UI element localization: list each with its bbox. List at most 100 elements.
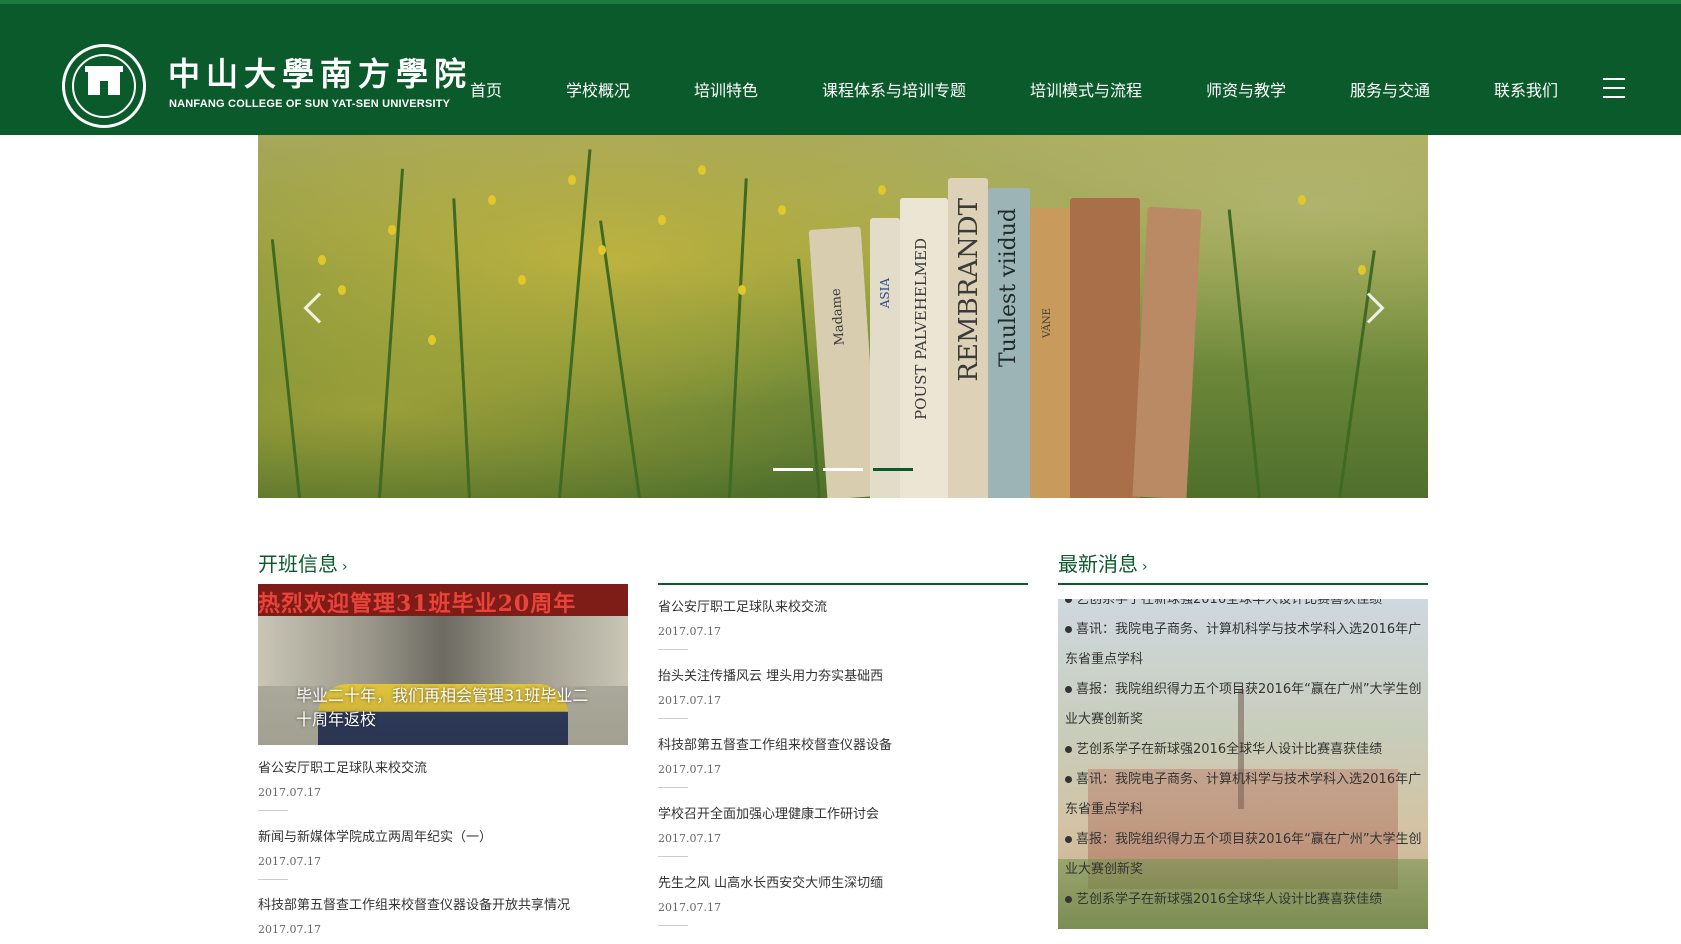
list-item[interactable]: 艺创系学子在新球强2016全球华人设计比赛喜获佳绩: [1058, 735, 1428, 765]
book: VÄNE: [1030, 208, 1070, 498]
latest-news-list: 艺创系学子在新球强2016全球华人设计比赛喜获佳绩 喜讯：我院电子商务、计算机科…: [1058, 599, 1428, 915]
latest-title-text: 最新消息: [1058, 552, 1138, 576]
news-title[interactable]: 新闻与新媒体学院成立两周年纪实（一）: [258, 829, 628, 847]
book-title: ASIA: [878, 278, 892, 309]
latest-item-text[interactable]: 喜报：我院组织得力五个项目获2016年“赢在广州”大学生创业大赛创新奖: [1065, 682, 1422, 727]
nav-item-about[interactable]: 学校概况: [566, 78, 630, 104]
seal-building-door: [100, 81, 108, 95]
flower: [428, 335, 436, 345]
chevron-right-icon: ›: [1142, 559, 1148, 575]
list-item[interactable]: 艺创系学子在新球强2016全球华人设计比赛喜获佳绩: [1058, 599, 1428, 615]
nav-item-process[interactable]: 培训模式与流程: [1030, 78, 1142, 104]
nav-item-courses[interactable]: 课程体系与培训专题: [822, 78, 966, 104]
bullet-icon: [1065, 599, 1072, 603]
list-item[interactable]: 新闻与新媒体学院成立两周年纪实（一） 2017.07.17: [258, 829, 628, 880]
nav-item-services[interactable]: 服务与交通: [1350, 78, 1430, 104]
latest-item-text[interactable]: 艺创系学子在新球强2016全球华人设计比赛喜获佳绩: [1076, 892, 1382, 907]
book-title: Madame: [828, 287, 848, 346]
book: REMBRANDT: [948, 178, 988, 498]
featured-class-image[interactable]: 热烈欢迎管理31班毕业20周年 毕业二十年，我们再相会管理31班毕业二十周年返校: [258, 584, 628, 745]
flower: [598, 245, 606, 255]
list-item[interactable]: 抬头关注传播风云 埋头用力夯实基础西 2017.07.17: [658, 668, 1028, 719]
news-date: 2017.07.17: [658, 832, 721, 845]
flower: [488, 195, 496, 205]
divider: [658, 856, 688, 857]
bullet-icon: [1065, 746, 1072, 753]
carousel-dot-3[interactable]: [873, 468, 913, 471]
latest-item-text[interactable]: 艺创系学子在新球强2016全球华人设计比赛喜获佳绩: [1076, 599, 1382, 607]
list-item[interactable]: 省公安厅职工足球队来校交流 2017.07.17: [658, 599, 1028, 650]
divider: [658, 925, 688, 926]
building-entrance: [258, 616, 628, 686]
book: POUST PALVEHELMED: [900, 198, 948, 498]
flower: [388, 225, 396, 235]
chevron-right-icon: ›: [342, 559, 348, 575]
list-item[interactable]: 省公安厅职工足球队来校交流 2017.07.17: [258, 760, 628, 811]
nav-item-contact[interactable]: 联系我们: [1494, 78, 1558, 104]
hamburger-menu-icon[interactable]: [1603, 78, 1625, 98]
classes-title-text: 开班信息: [258, 552, 338, 576]
list-item[interactable]: 艺创系学子在新球强2016全球华人设计比赛喜获佳绩: [1058, 885, 1428, 915]
flower: [338, 285, 346, 295]
list-item[interactable]: 先生之风 山高水长西安交大师生深切缅 2017.07.17: [658, 875, 1028, 926]
nav-item-home[interactable]: 首页: [470, 78, 502, 104]
carousel-dot-2[interactable]: [823, 468, 863, 471]
hero-carousel[interactable]: Madame ASIA POUST PALVEHELMED REMBRANDT …: [258, 135, 1428, 498]
logo-english-name[interactable]: NANFANG COLLEGE OF SUN YAT-SEN UNIVERSIT…: [169, 98, 450, 110]
list-item[interactable]: 喜讯：我院电子商务、计算机科学与技术学科入选2016年广东省重点学科: [1058, 615, 1428, 675]
divider: [258, 879, 288, 880]
list-item[interactable]: 科技部第五督查工作组来校督查仪器设备 2017.07.17: [658, 737, 1028, 788]
bullet-icon: [1065, 896, 1072, 903]
latest-item-text[interactable]: 喜报：我院组织得力五个项目获2016年“赢在广州”大学生创业大赛创新奖: [1065, 832, 1422, 877]
news-date: 2017.07.17: [658, 763, 721, 776]
news-date: 2017.07.17: [258, 786, 321, 799]
news-date: 2017.07.17: [658, 625, 721, 638]
list-item[interactable]: 喜讯：我院电子商务、计算机科学与技术学科入选2016年广东省重点学科: [1058, 765, 1428, 825]
divider: [258, 810, 288, 811]
flower: [698, 165, 706, 175]
latest-section-title[interactable]: 最新消息 ›: [1058, 550, 1148, 581]
news-title[interactable]: 省公安厅职工足球队来校交流: [658, 599, 1028, 617]
site-header: 中山大學南方學院 NANFANG COLLEGE OF SUN YAT-SEN …: [0, 0, 1681, 135]
latest-item-text[interactable]: 喜讯：我院电子商务、计算机科学与技术学科入选2016年广东省重点学科: [1065, 772, 1421, 817]
bullet-icon: [1065, 686, 1072, 693]
news-date: 2017.07.17: [658, 901, 721, 914]
list-item[interactable]: 喜报：我院组织得力五个项目获2016年“赢在广州”大学生创业大赛创新奖: [1058, 825, 1428, 885]
nav-item-faculty[interactable]: 师资与教学: [1206, 78, 1286, 104]
bullet-icon: [1065, 836, 1072, 843]
flower: [518, 275, 526, 285]
column-divider: [658, 583, 1028, 585]
logo-chinese-name[interactable]: 中山大學南方學院: [168, 54, 472, 94]
news-date: 2017.07.17: [258, 855, 321, 868]
flower: [318, 255, 326, 265]
nav-item-features[interactable]: 培训特色: [694, 78, 758, 104]
sign-text: 热烈欢迎管理31班毕业20周年: [258, 591, 577, 617]
book-title: VÄNE: [1042, 308, 1053, 338]
flower: [658, 215, 666, 225]
list-item[interactable]: 喜报：我院组织得力五个项目获2016年“赢在广州”大学生创业大赛创新奖: [1058, 675, 1428, 735]
book-title: POUST PALVEHELMED: [912, 238, 930, 420]
flower: [738, 285, 746, 295]
column-divider: [1058, 583, 1428, 585]
college-seal-logo[interactable]: [62, 44, 146, 128]
news-title[interactable]: 省公安厅职工足球队来校交流: [258, 760, 628, 778]
featured-caption[interactable]: 毕业二十年，我们再相会管理31班毕业二十周年返校: [296, 684, 596, 732]
news-title[interactable]: 科技部第五督查工作组来校督查仪器设备: [658, 737, 1028, 755]
list-item[interactable]: 学校召开全面加强心理健康工作研讨会 2017.07.17: [658, 806, 1028, 857]
news-title[interactable]: 科技部第五督查工作组来校督查仪器设备开放共享情况: [258, 897, 628, 915]
news-title[interactable]: 先生之风 山高水长西安交大师生深切缅: [658, 875, 1028, 893]
flower: [1358, 265, 1366, 275]
divider: [658, 787, 688, 788]
news-title[interactable]: 学校召开全面加强心理健康工作研讨会: [658, 806, 1028, 824]
flower: [878, 185, 886, 195]
news-date: 2017.07.17: [258, 923, 321, 936]
carousel-dot-1[interactable]: [773, 468, 813, 471]
latest-item-text[interactable]: 喜讯：我院电子商务、计算机科学与技术学科入选2016年广东省重点学科: [1065, 622, 1421, 667]
news-title[interactable]: 抬头关注传播风云 埋头用力夯实基础西: [658, 668, 1028, 686]
latest-item-text[interactable]: 艺创系学子在新球强2016全球华人设计比赛喜获佳绩: [1076, 742, 1382, 757]
divider: [658, 649, 688, 650]
list-item[interactable]: 科技部第五督查工作组来校督查仪器设备开放共享情况 2017.07.17: [258, 897, 628, 937]
classes-section-title[interactable]: 开班信息 ›: [258, 550, 348, 581]
bullet-icon: [1065, 776, 1072, 783]
flower: [778, 205, 786, 215]
